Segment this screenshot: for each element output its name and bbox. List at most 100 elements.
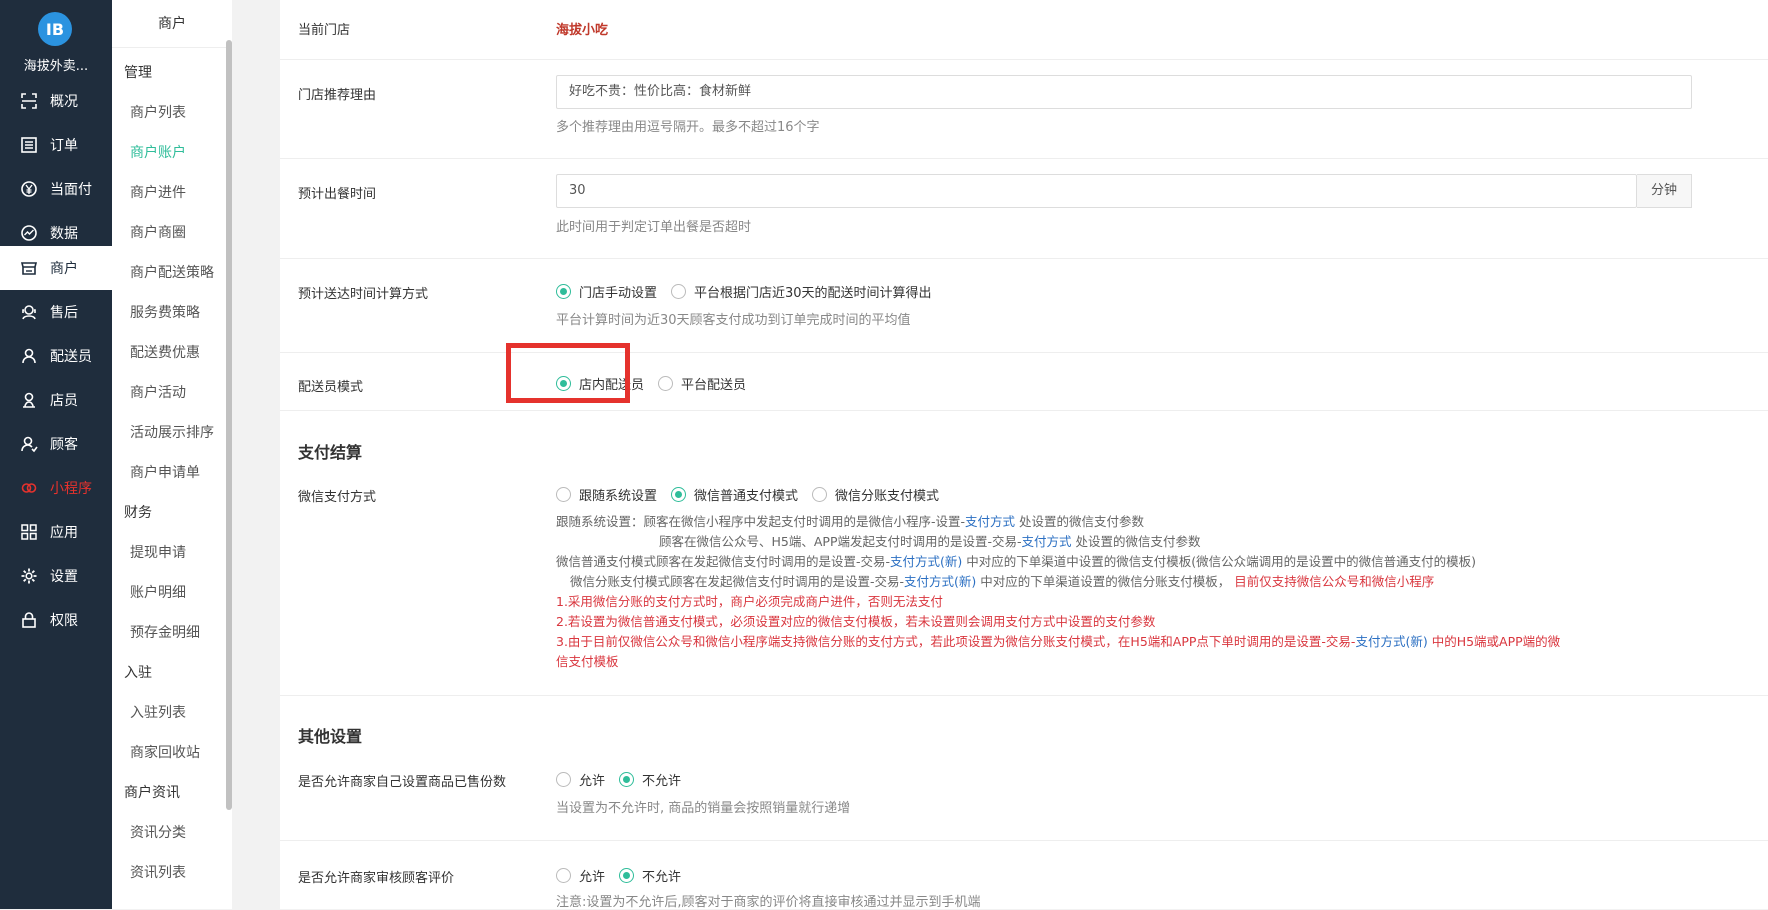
- rail-item-miniapp[interactable]: 小程序: [0, 466, 112, 510]
- apps-icon: [20, 523, 38, 541]
- reason-help: 多个推荐理由用逗号隔开。最多不超过16个字: [556, 120, 820, 135]
- link-payment-method-new-2[interactable]: 支付方式(新): [904, 574, 976, 589]
- radio-sold-disallow[interactable]: 不允许: [619, 770, 681, 789]
- rail-item-merchant[interactable]: 商户: [0, 246, 112, 290]
- prep-help: 此时间用于判定订单出餐是否超时: [556, 220, 752, 235]
- section-other: 其他设置 是否允许商家自己设置商品已售份数 允许 不允许 当设置为不允许时, 商…: [280, 696, 1768, 841]
- sold-count-help: 当设置为不允许时, 商品的销量会按照销量就行递增: [556, 801, 851, 816]
- note-split-pay: 微信分账支付模式顾客在发起微信支付时调用的是设置-交易-支付方式(新) 中对应的…: [570, 574, 1435, 589]
- radio-sold-allow[interactable]: 允许: [556, 770, 605, 789]
- submenu-group-finance: 财务: [124, 505, 152, 521]
- delivery-calc-radios: 门店手动设置 平台根据门店近30天的配送时间计算得出: [556, 282, 946, 301]
- submenu-item-news-list[interactable]: 资讯列表: [130, 862, 186, 882]
- courier-icon: [20, 347, 38, 365]
- store-icon: [20, 259, 38, 277]
- radio-split-pay[interactable]: 微信分账支付模式: [812, 485, 939, 504]
- order-icon: [20, 136, 38, 154]
- lock-icon: [20, 611, 38, 629]
- radio-normal-pay[interactable]: 微信普通支付模式: [671, 485, 798, 504]
- submenu-scrollbar[interactable]: [226, 40, 232, 810]
- review-audit-radios: 允许 不允许: [556, 866, 695, 885]
- submenu-item-account-detail[interactable]: 账户明细: [130, 582, 186, 602]
- warning-1: 1.采用微信分账的支付方式时，商户必须完成商户进件，否则无法支付: [556, 594, 943, 609]
- delivery-calc-label: 预计送达时间计算方式: [298, 287, 429, 302]
- customer-icon: [20, 435, 38, 453]
- other-section-title: 其他设置: [298, 727, 363, 746]
- review-audit-label: 是否允许商家审核顾客评价: [298, 871, 455, 886]
- chart-icon: [20, 224, 38, 242]
- submenu-item-merchant-activity[interactable]: 商户活动: [130, 382, 186, 402]
- link-payment-method-new-3[interactable]: 支付方式(新): [1355, 634, 1427, 649]
- note-normal-pay: 微信普通支付模式顾客在发起微信支付时调用的是设置-交易-支付方式(新) 中对应的…: [556, 554, 1477, 569]
- submenu-item-service-fee[interactable]: 服务费策略: [130, 302, 200, 322]
- submenu-item-withdraw[interactable]: 提现申请: [130, 542, 186, 562]
- sold-count-radios: 允许 不允许: [556, 770, 695, 789]
- secondary-menu: 商户 管理 商户列表 商户账户 商户进件 商户商圈 商户配送策略 服务费策略 配…: [112, 0, 232, 909]
- rail-item-courier[interactable]: 配送员: [0, 334, 112, 378]
- payment-section-title: 支付结算: [298, 443, 363, 462]
- delivery-calc-help: 平台计算时间为近30天顾客支付成功到订单完成时间的平均值: [556, 313, 911, 328]
- submenu-item-merchant-onboard[interactable]: 商户进件: [130, 182, 186, 202]
- submenu-item-delivery-discount[interactable]: 配送费优惠: [130, 342, 200, 362]
- wechat-pay-radios: 跟随系统设置 微信普通支付模式 微信分账支付模式: [556, 485, 953, 504]
- submenu-item-deposit-detail[interactable]: 预存金明细: [130, 622, 200, 642]
- radio-review-allow[interactable]: 允许: [556, 866, 605, 885]
- main-sidebar: IB 海拔外卖... 概况 订单 当面付 数据 商户 售后 配送员 店员 顾客 …: [0, 0, 112, 909]
- submenu-item-merchant-district[interactable]: 商户商圈: [130, 222, 186, 242]
- note-follow-system: 跟随系统设置：顾客在微信小程序中发起支付时调用的是微信小程序-设置-支付方式 处…: [556, 514, 1145, 529]
- submenu-item-recycle-bin[interactable]: 商家回收站: [130, 742, 200, 762]
- rail-item-customer[interactable]: 顾客: [0, 422, 112, 466]
- note-follow-system-2: 顾客在微信公众号、H5端、APP端发起支付时调用的是设置-交易-支付方式 处设置…: [659, 534, 1201, 549]
- submenu-item-activity-sort[interactable]: 活动展示排序: [130, 422, 214, 442]
- prep-input[interactable]: 30: [556, 174, 1637, 208]
- miniapp-icon: [20, 479, 38, 497]
- row-current-store: 当前门店 海拔小吃: [280, 0, 1768, 60]
- warning-2: 2.若设置为微信普通支付模式，必须设置对应的微信支付模板，若未设置则会调用支付方…: [556, 614, 1156, 629]
- rail-item-overview[interactable]: 概况: [0, 79, 112, 123]
- warning-3-cont: 信支付模板: [556, 654, 619, 669]
- brand-name: 海拔外卖...: [23, 59, 89, 74]
- submenu-item-delivery-policy[interactable]: 商户配送策略: [130, 262, 214, 282]
- row-courier-mode: 配送员模式 店内配送员 平台配送员: [280, 353, 1768, 411]
- link-payment-method-2[interactable]: 支付方式: [1022, 534, 1072, 549]
- submenu-item-merchant-list[interactable]: 商户列表: [130, 102, 186, 122]
- row-delivery-calc: 预计送达时间计算方式 门店手动设置 平台根据门店近30天的配送时间计算得出 平台…: [280, 259, 1768, 353]
- prep-label: 预计出餐时间: [298, 187, 377, 202]
- rail-item-clerk[interactable]: 店员: [0, 378, 112, 422]
- submenu-item-merchant-account[interactable]: 商户账户: [130, 142, 186, 162]
- radio-review-disallow[interactable]: 不允许: [619, 866, 681, 885]
- radio-platform-calc[interactable]: 平台根据门店近30天的配送时间计算得出: [671, 282, 932, 301]
- review-audit-help: 注意:设置为不允许后,顾客对于商家的评价将直接审核通过并显示到手机端: [556, 895, 981, 910]
- courier-mode-label: 配送员模式: [298, 380, 364, 395]
- link-payment-method-new-1[interactable]: 支付方式(新): [890, 554, 962, 569]
- radio-platform-courier[interactable]: 平台配送员: [658, 374, 746, 393]
- section-payment: 支付结算 微信支付方式 跟随系统设置 微信普通支付模式 微信分账支付模式 跟随系…: [280, 411, 1768, 696]
- submenu-item-join-list[interactable]: 入驻列表: [130, 702, 186, 722]
- submenu-item-application[interactable]: 商户申请单: [130, 462, 200, 482]
- aftersale-icon: [20, 303, 38, 321]
- rail-item-facepay[interactable]: 当面付: [0, 167, 112, 211]
- rail-item-apps[interactable]: 应用: [0, 510, 112, 554]
- radio-manual[interactable]: 门店手动设置: [556, 282, 657, 301]
- row-recommend-reason: 门店推荐理由 好吃不贵：性价比高：食材新鲜 多个推荐理由用逗号隔开。最多不超过1…: [280, 60, 1768, 159]
- reason-input[interactable]: 好吃不贵：性价比高：食材新鲜: [556, 75, 1692, 109]
- content-gutter: [256, 0, 280, 909]
- rail-item-order[interactable]: 订单: [0, 123, 112, 167]
- brand-logo: IB: [38, 12, 72, 46]
- rail-item-permission[interactable]: 权限: [0, 598, 112, 642]
- sold-count-label: 是否允许商家自己设置商品已售份数: [298, 775, 507, 790]
- submenu-group-manage: 管理: [124, 65, 152, 81]
- row-prep-time: 预计出餐时间 30 分钟 此时间用于判定订单出餐是否超时: [280, 159, 1768, 259]
- yuan-icon: [20, 180, 38, 198]
- submenu-item-news-category[interactable]: 资讯分类: [130, 822, 186, 842]
- current-store-label: 当前门店: [298, 23, 351, 38]
- reason-label: 门店推荐理由: [298, 88, 377, 103]
- main-content: 当前门店 海拔小吃 门店推荐理由 好吃不贵：性价比高：食材新鲜 多个推荐理由用逗…: [256, 0, 1768, 910]
- radio-follow-system[interactable]: 跟随系统设置: [556, 485, 657, 504]
- highlight-box: [506, 343, 630, 403]
- submenu-group-news: 商户资讯: [124, 785, 180, 801]
- link-payment-method-1[interactable]: 支付方式: [965, 514, 1015, 529]
- submenu-group-join: 入驻: [124, 665, 152, 681]
- rail-item-settings[interactable]: 设置: [0, 554, 112, 598]
- rail-item-aftersale[interactable]: 售后: [0, 290, 112, 334]
